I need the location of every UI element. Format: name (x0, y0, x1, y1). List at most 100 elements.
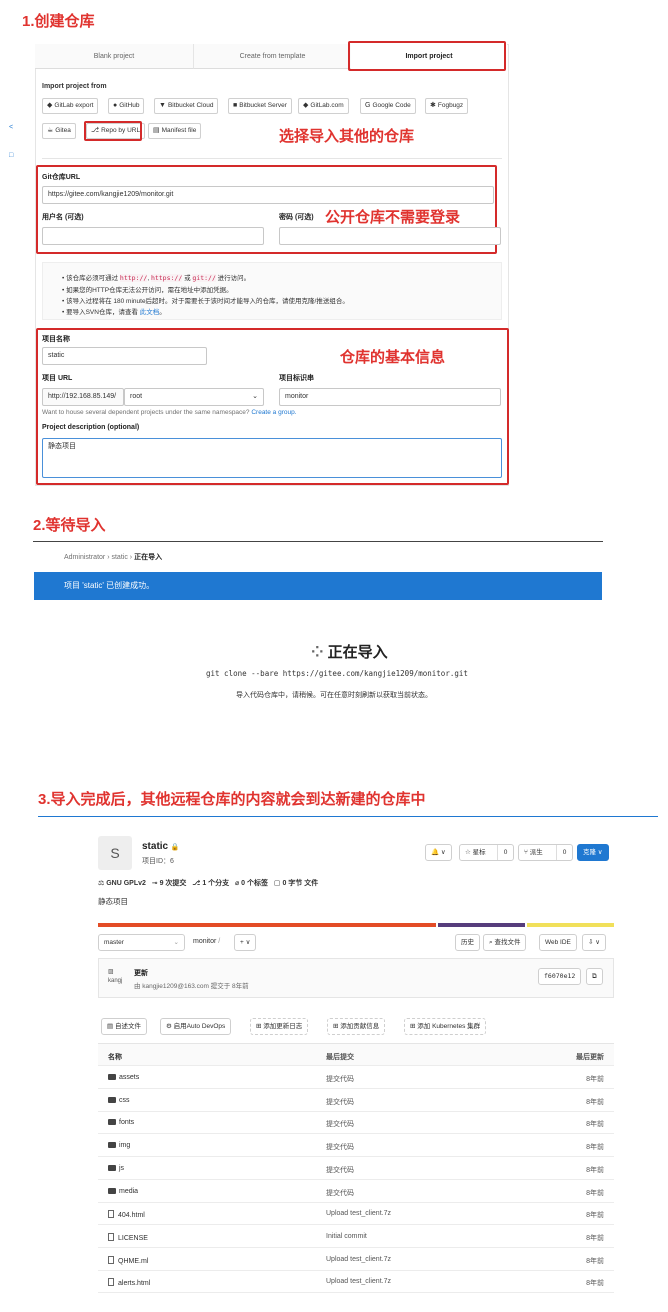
file-last-commit[interactable]: 提交代码 (326, 1074, 354, 1084)
tags-stat[interactable]: ⌀ 0 个标签 (235, 880, 268, 887)
breadcrumb-administrator[interactable]: Administrator (64, 554, 105, 561)
file-name[interactable]: alerts.html (108, 1278, 150, 1287)
table-row[interactable]: js 提交代码 8年前 (98, 1157, 614, 1180)
files-stat[interactable]: ▢ 0 字节 文件 (274, 880, 318, 887)
table-row[interactable]: 404.html Upload test_client.7z 8年前 (98, 1202, 614, 1226)
plus-box-icon: ⊞ (333, 1023, 339, 1030)
add-contributing-button[interactable]: ⊞ 添加贡献信息 (327, 1018, 386, 1035)
file-name[interactable]: LICENSE (108, 1232, 148, 1242)
notification-button[interactable]: 🔔 ∨ (425, 844, 452, 861)
star-button[interactable]: ☆ 星标 0 (459, 844, 514, 861)
highlight-repo-by-url (84, 121, 142, 141)
branches-stat[interactable]: ⎇ 1 个分支 (192, 880, 229, 887)
file-last-commit[interactable]: Upload test_client.7z (326, 1278, 391, 1285)
table-row[interactable]: img 提交代码 8年前 (98, 1134, 614, 1158)
license-stat[interactable]: ⚖ GNU GPLv2 (98, 880, 146, 887)
file-last-commit[interactable]: 提交代码 (326, 1165, 354, 1175)
branch-icon: ⎇ (192, 880, 201, 887)
file-last-commit[interactable]: 提交代码 (326, 1188, 354, 1198)
file-name[interactable]: media (108, 1187, 138, 1195)
file-name[interactable]: css (108, 1096, 130, 1104)
gitea-icon: ☕ (47, 127, 54, 134)
importing-heading: ⁘ 正在导入 (311, 644, 388, 661)
tip-timeout: • 该导入过程将在 180 minute后超时。对于需要长于该时间才能导入的仓库… (62, 298, 349, 305)
description-textarea[interactable]: 静态项目 (42, 438, 502, 478)
auto-devops-button[interactable]: ⚙ 启用Auto DevOps (160, 1018, 232, 1035)
table-row[interactable]: media 提交代码 8年前 (98, 1180, 614, 1203)
add-file-button[interactable]: + ∨ (234, 934, 257, 951)
file-last-commit[interactable]: 提交代码 (326, 1142, 354, 1152)
table-row[interactable]: LICENSE Initial commit 8年前 (98, 1225, 614, 1248)
file-last-commit[interactable]: Upload test_client.7z (326, 1256, 391, 1263)
import-gitlab-export-button[interactable]: ◆ GitLab export (42, 98, 99, 114)
namespace-select[interactable]: root ⌄ (124, 388, 264, 406)
file-name[interactable]: 404.html (108, 1210, 145, 1219)
table-row[interactable]: css 提交代码 8年前 (98, 1089, 614, 1112)
sidebar-collapse-icon[interactable]: < (9, 124, 13, 131)
file-name[interactable]: fonts (108, 1119, 134, 1126)
fogbugz-icon: ✱ (430, 102, 436, 109)
import-fogbugz-button[interactable]: ✱ Fogbugz (425, 98, 469, 114)
github-icon: ● (113, 102, 118, 109)
project-slug-input[interactable]: monitor (279, 388, 501, 406)
import-manifest-file-button[interactable]: ▤ Manifest file (148, 123, 202, 139)
branch-select[interactable]: master ⌄ (98, 934, 185, 951)
project-name-input[interactable]: static (42, 347, 207, 365)
last-commit-box (98, 958, 614, 998)
note-basic-info: 仓库的基本信息 (340, 349, 446, 366)
add-changelog-button[interactable]: ⊞ 添加更新日志 (250, 1018, 309, 1035)
file-icon: ▢ (273, 880, 281, 887)
fork-button[interactable]: ⑂ 派生 0 (518, 844, 573, 861)
username-input[interactable] (42, 227, 264, 245)
password-input[interactable] (279, 227, 501, 245)
history-button[interactable]: 历史 (455, 934, 480, 951)
file-last-commit[interactable]: Upload test_client.7z (326, 1210, 391, 1217)
file-name[interactable]: img (108, 1142, 130, 1149)
table-row[interactable]: fonts 提交代码 8年前 (98, 1111, 614, 1135)
file-last-commit[interactable]: 提交代码 (326, 1097, 354, 1107)
add-kubernetes-button[interactable]: ⊞ 添加 Kubernetes 集群 (404, 1018, 487, 1035)
file-name[interactable]: assets (108, 1074, 139, 1081)
svn-doc-link[interactable]: 此文档 (140, 309, 160, 316)
commits-stat[interactable]: ⊸ 9 次提交 (152, 880, 187, 887)
clone-button[interactable]: 克隆 ∨ (577, 844, 609, 861)
google-icon: G (365, 102, 371, 109)
scale-icon: ⚖ (98, 880, 105, 887)
tab-blank-project[interactable]: Blank project (35, 44, 193, 69)
chevron-down-icon: ⌄ (252, 393, 258, 400)
tab-create-from-template[interactable]: Create from template (193, 44, 351, 69)
commit-sha[interactable]: f6070e12 (538, 968, 582, 985)
import-github-button[interactable]: ● GitHub (108, 98, 145, 114)
tip-svn: • 要导入SVN仓库，请查看 此文档。 (62, 309, 166, 316)
clone-command: git clone --bare https://gitee.com/kangj… (206, 669, 468, 678)
import-google-code-button[interactable]: G Google Code (360, 98, 416, 114)
readme-button[interactable]: ▤ 自述文件 (101, 1018, 147, 1035)
table-row[interactable]: alerts.html Upload test_client.7z 8年前 (98, 1270, 614, 1294)
project-url-prefix: http://192.168.85.149/ (42, 388, 124, 406)
find-file-button[interactable]: ⌕ 查找文件 (483, 934, 527, 951)
commit-title[interactable]: 更新 (134, 968, 148, 978)
import-gitlab-com-button[interactable]: ◆ GitLab.com (298, 98, 349, 114)
copy-sha-button[interactable]: ⧉ (586, 968, 603, 985)
sidebar-toggle-icon[interactable]: □ (9, 152, 13, 159)
import-bitbucket-cloud-button[interactable]: ▼ Bitbucket Cloud (154, 98, 219, 114)
commit-icon: ⊸ (151, 880, 158, 887)
table-row[interactable]: assets 提交代码 8年前 (98, 1066, 614, 1089)
git-url-input[interactable]: https://gitee.com/kangjie1209/monitor.gi… (42, 186, 494, 204)
file-name[interactable]: QHME.ml (108, 1255, 148, 1265)
importing-description: 导入代码仓库中，请稍候。可在任意时刻刷新以获取当前状态。 (236, 692, 432, 699)
table-row[interactable]: QHME.ml Upload test_client.7z 8年前 (98, 1248, 614, 1271)
web-ide-button[interactable]: Web IDE (539, 934, 577, 951)
file-name[interactable]: js (108, 1164, 124, 1172)
import-bitbucket-server-button[interactable]: ■ Bitbucket Server (228, 98, 292, 114)
import-gitea-button[interactable]: ☕ Gitea (42, 123, 76, 139)
breadcrumb-static[interactable]: static (111, 554, 127, 561)
download-button[interactable]: ⇩ ∨ (582, 934, 607, 951)
file-last-commit[interactable]: 提交代码 (326, 1119, 354, 1129)
copy-icon: ⧉ (592, 973, 597, 980)
flash-success: 项目 'static' 已创建成功。 (34, 572, 602, 600)
bitbucket-icon: ▼ (159, 102, 166, 109)
create-group-link[interactable]: Create a group. (251, 409, 296, 416)
file-last-commit[interactable]: Initial commit (326, 1233, 367, 1240)
file-icon (108, 1232, 114, 1241)
